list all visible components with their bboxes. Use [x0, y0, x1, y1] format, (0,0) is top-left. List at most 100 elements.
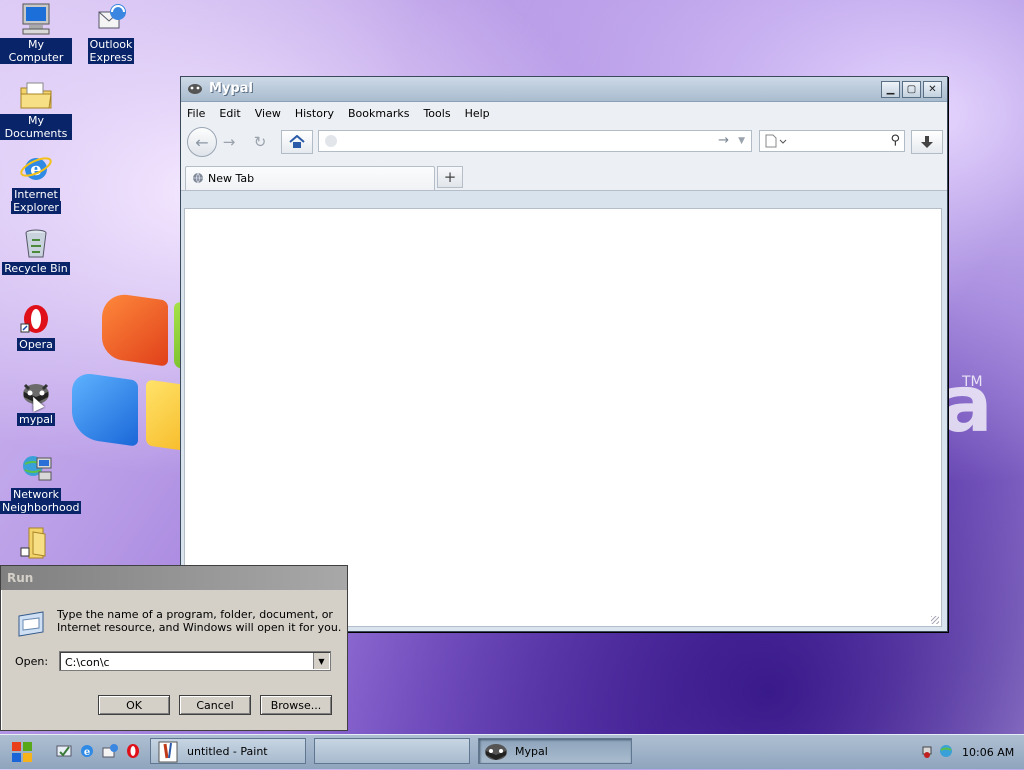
- ok-button[interactable]: OK: [98, 695, 170, 715]
- menu-bar: File Edit View History Bookmarks Tools H…: [181, 102, 947, 124]
- opera-icon[interactable]: [125, 743, 141, 759]
- menu-history[interactable]: History: [295, 107, 334, 120]
- site-identity-icon: [325, 135, 337, 147]
- back-button[interactable]: ←: [187, 127, 217, 157]
- minimize-button[interactable]: ▁: [881, 81, 900, 98]
- mypal-window[interactable]: Mypal ▁ ▢ ✕ File Edit View History Bookm…: [180, 76, 948, 632]
- run-icon: [18, 611, 44, 637]
- url-input[interactable]: [343, 133, 717, 151]
- forward-arrow-icon: →: [222, 133, 236, 151]
- desktop-icon-label-line2: Express: [87, 51, 135, 64]
- tray-connection-icon[interactable]: [938, 743, 954, 759]
- taskbar-button-label: untitled - Paint: [187, 744, 268, 758]
- desktop-icon-internet-explorer[interactable]: e Internet Explorer: [0, 152, 72, 214]
- folder-shortcut-icon: [20, 527, 46, 559]
- windows-logo-icon: [12, 742, 32, 762]
- desktop-icon-my-computer[interactable]: My Computer: [0, 2, 72, 64]
- taskbar-button-paint[interactable]: untitled - Paint: [150, 738, 306, 764]
- menu-tools[interactable]: Tools: [423, 107, 450, 120]
- desktop: { "desktop": { "icons": [ {"label_lines"…: [0, 0, 1024, 769]
- reload-button[interactable]: ↻: [249, 131, 271, 153]
- taskbar: e untitled - Paint Mypal 10:06 AM: [0, 734, 1024, 769]
- desktop-icon-label: Outlook: [87, 38, 135, 51]
- clock[interactable]: 10:06 AM: [962, 746, 1014, 759]
- menu-file[interactable]: File: [187, 107, 205, 120]
- desktop-icon-label: Internet: [12, 188, 60, 201]
- maximize-icon: ▢: [906, 84, 917, 95]
- search-bar[interactable]: ⚲: [759, 130, 905, 152]
- open-label: Open:: [15, 655, 49, 668]
- desktop-icon-label: Opera: [17, 338, 55, 351]
- desktop-icon-outlook-express[interactable]: Outlook Express: [75, 2, 147, 64]
- opera-icon: [20, 305, 48, 333]
- taskbar-button-empty[interactable]: [314, 738, 470, 764]
- system-tray: 10:06 AM: [920, 737, 1024, 767]
- downloads-button[interactable]: [911, 130, 943, 154]
- run-dialog[interactable]: Run Type the name of a program, folder, …: [0, 565, 348, 731]
- desktop-icon-network-neighborhood[interactable]: Network Neighborhood: [0, 452, 82, 514]
- search-input[interactable]: [790, 133, 884, 151]
- cancel-button[interactable]: Cancel: [179, 695, 251, 715]
- taskbar-button-label: Mypal: [515, 744, 548, 758]
- title-bar[interactable]: Mypal ▁ ▢ ✕: [181, 77, 947, 102]
- open-input[interactable]: [63, 654, 313, 670]
- my-documents-icon: [20, 82, 52, 109]
- mypal-icon: [188, 84, 202, 94]
- back-arrow-icon: ←: [195, 132, 209, 152]
- wallpaper-trademark: TM: [962, 374, 983, 390]
- chevron-down-icon: ▼: [318, 656, 325, 666]
- resize-grip-icon[interactable]: [931, 616, 939, 624]
- svg-text:e: e: [84, 747, 90, 758]
- close-button[interactable]: ✕: [923, 81, 942, 98]
- recycle-bin-icon: [25, 229, 47, 258]
- navigation-toolbar: ← → ↻ → ▼ ⚲: [181, 124, 947, 160]
- internet-explorer-icon[interactable]: e: [79, 743, 95, 759]
- internet-explorer-icon: e: [20, 157, 52, 180]
- search-icon[interactable]: ⚲: [890, 133, 900, 148]
- taskbar-button-mypal[interactable]: Mypal: [478, 738, 632, 764]
- desktop-icon-opera[interactable]: Opera: [0, 302, 72, 351]
- open-combobox[interactable]: ▼: [59, 651, 331, 671]
- desktop-icon-folder-shortcut[interactable]: [0, 526, 72, 562]
- download-arrow-icon: [921, 136, 933, 148]
- tab-label: New Tab: [208, 172, 255, 185]
- reload-icon: ↻: [253, 133, 267, 151]
- tab-new-tab[interactable]: New Tab: [185, 166, 435, 190]
- desktop-icon-label-line2: Explorer: [11, 201, 61, 214]
- desktop-icon-label-line2: Neighborhood: [0, 501, 82, 514]
- tray-network-icon[interactable]: [922, 743, 938, 759]
- outlook-express-icon: [98, 4, 126, 29]
- run-description-line1: Type the name of a program, folder, docu…: [57, 608, 333, 621]
- desktop-icon-label: My Documents: [0, 114, 72, 140]
- browse-button[interactable]: Browse...: [260, 695, 332, 715]
- run-dialog-title: Run: [1, 566, 347, 590]
- mypal-icon: [485, 744, 507, 760]
- desktop-icon-recycle-bin[interactable]: Recycle Bin: [0, 226, 72, 275]
- search-engine-icon[interactable]: [765, 134, 787, 148]
- open-dropdown-button[interactable]: ▼: [313, 653, 329, 669]
- start-button[interactable]: [4, 737, 40, 767]
- url-dropdown-icon[interactable]: ▼: [738, 136, 745, 146]
- globe-icon: [193, 172, 203, 184]
- maximize-button[interactable]: ▢: [902, 81, 921, 98]
- desktop-icon-label: My Computer: [0, 38, 72, 64]
- menu-view[interactable]: View: [255, 107, 281, 120]
- menu-help[interactable]: Help: [465, 107, 490, 120]
- run-description: Type the name of a program, folder, docu…: [57, 608, 341, 634]
- outlook-express-icon[interactable]: [102, 743, 118, 759]
- paint-icon: [158, 741, 178, 763]
- desktop-icon-label: Network: [11, 488, 61, 501]
- run-description-line2: Internet resource, and Windows will open…: [57, 621, 341, 634]
- show-desktop-icon[interactable]: [56, 743, 72, 759]
- url-bar[interactable]: → ▼: [318, 130, 752, 152]
- go-arrow-icon[interactable]: →: [718, 133, 729, 148]
- forward-button[interactable]: →: [219, 131, 239, 153]
- home-button[interactable]: [281, 130, 313, 154]
- new-tab-button[interactable]: +: [437, 166, 463, 188]
- menu-bookmarks[interactable]: Bookmarks: [348, 107, 409, 120]
- minimize-icon: ▁: [886, 84, 895, 95]
- plus-icon: +: [443, 168, 457, 186]
- desktop-icon-label: mypal: [16, 413, 55, 426]
- desktop-icon-my-documents[interactable]: My Documents: [0, 78, 72, 140]
- menu-edit[interactable]: Edit: [219, 107, 240, 120]
